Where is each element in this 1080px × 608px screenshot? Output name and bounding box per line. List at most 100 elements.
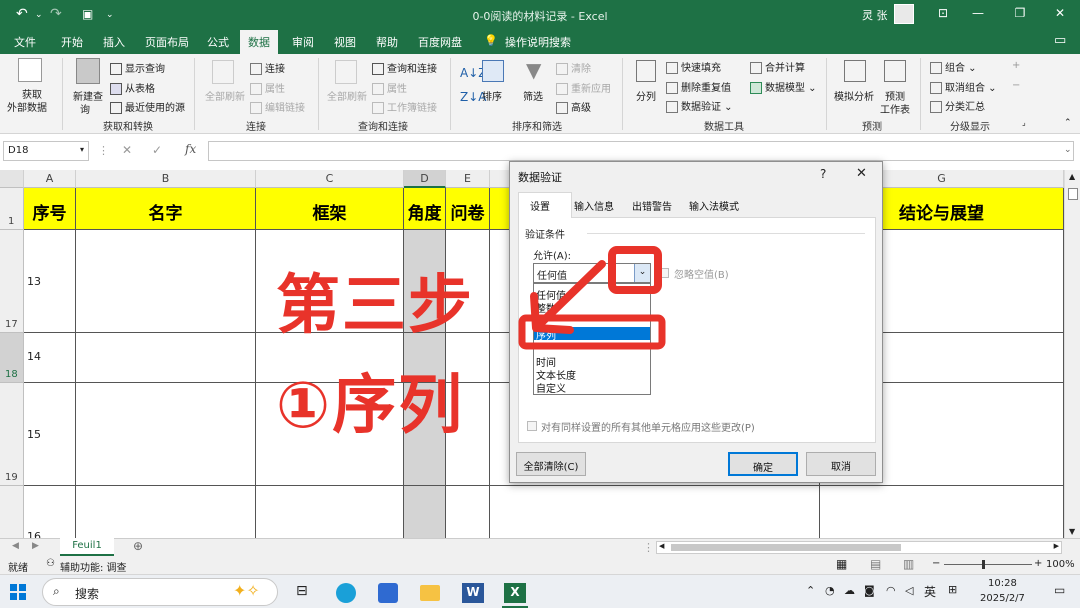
tab-view[interactable]: 视图 (334, 34, 356, 50)
store-icon[interactable] (378, 583, 398, 603)
tab-error-alert[interactable]: 出错警告 (632, 198, 672, 213)
refresh-all-button[interactable]: 全部刷新 (205, 88, 245, 103)
scroll-thumb[interactable] (1068, 188, 1078, 200)
remove-duplicates-button[interactable]: 删除重复值 (666, 79, 731, 94)
recent-sources-button[interactable]: 最近使用的源 (110, 99, 185, 114)
properties-2-button[interactable]: 属性 (372, 80, 407, 95)
cell-g20[interactable] (820, 486, 1064, 538)
taskbar-search-box[interactable]: ⌕ 搜索 ✦✧ (42, 578, 278, 606)
horizontal-scrollbar[interactable]: ◀ ▶ (656, 541, 1062, 554)
word-icon[interactable]: W (462, 583, 484, 603)
restore-icon[interactable]: ❐ (1010, 6, 1030, 20)
page-break-view-icon[interactable]: ▥ (903, 557, 914, 571)
clock-date[interactable]: 2025/2/7 (980, 593, 1025, 604)
splitter-icon[interactable]: ⋮ (643, 541, 654, 554)
page-layout-view-icon[interactable]: ▤ (870, 557, 881, 571)
forecast-sheet-line2[interactable]: 工作表 (880, 101, 910, 116)
zoom-level[interactable]: 100% (1046, 559, 1075, 570)
show-detail-icon[interactable]: + (1012, 60, 1020, 71)
zoom-slider-thumb[interactable] (982, 560, 985, 569)
tab-input-message[interactable]: 输入信息 (574, 198, 614, 213)
name-box[interactable]: D18 ▾ (3, 141, 89, 161)
name-box-dropdown-icon[interactable]: ▾ (80, 145, 84, 154)
show-query-button[interactable]: 显示查询 (110, 60, 165, 75)
cancel-button[interactable]: 取消 (806, 452, 876, 476)
data-model-button[interactable]: 数据模型 ⌄ (750, 79, 817, 94)
cell-b17[interactable] (76, 230, 256, 333)
normal-view-icon[interactable]: ▦ (836, 557, 847, 571)
vertical-scrollbar[interactable]: ▲ ▼ (1064, 170, 1080, 538)
avatar[interactable] (894, 4, 914, 24)
get-data-button-line2[interactable]: 外部数据 (7, 99, 47, 114)
split-button[interactable]: 分列 (636, 88, 656, 103)
connections-button[interactable]: 连接 (250, 60, 285, 75)
enter-icon[interactable]: ✓ (152, 143, 162, 157)
flash-fill-button[interactable]: 快速填充 (666, 59, 721, 74)
minimize-icon[interactable]: — (968, 6, 988, 20)
row-header-17[interactable]: 17 (0, 230, 24, 333)
cell-e20[interactable] (446, 486, 490, 538)
sheet-prev-icon[interactable]: ◀ (12, 541, 19, 551)
ime-mode-icon[interactable]: ⊞ (948, 583, 957, 596)
file-explorer-icon[interactable] (420, 585, 440, 601)
tab-baidu[interactable]: 百度网盘 (418, 34, 462, 50)
tab-help[interactable]: 帮助 (376, 34, 398, 50)
notifications-icon[interactable]: ▭ (1054, 583, 1065, 597)
zoom-out-icon[interactable]: − (932, 558, 940, 569)
zoom-in-icon[interactable]: + (1034, 558, 1042, 569)
zoom-slider[interactable] (944, 564, 1032, 565)
accessibility-status[interactable]: 辅助功能: 调查 (60, 559, 127, 574)
header-cell-name[interactable]: 名字 (76, 188, 256, 230)
properties-button[interactable]: 属性 (250, 80, 285, 95)
help-icon[interactable]: ? (820, 167, 826, 181)
function-icon[interactable]: fx (185, 142, 196, 156)
cell-d20[interactable] (404, 486, 446, 538)
sheet-tab[interactable]: Feuil1 (60, 538, 114, 556)
collapse-ribbon-icon[interactable]: ⌃ (1064, 118, 1072, 128)
header-cell-framework[interactable]: 框架 (256, 188, 404, 230)
option-custom[interactable]: 自定义 (536, 380, 566, 395)
ungroup-button[interactable]: 取消组合 ⌄ (930, 79, 997, 94)
header-cell-index[interactable]: 序号 (24, 188, 76, 230)
excel-icon[interactable]: X (504, 583, 526, 603)
scroll-down-icon[interactable]: ▼ (1069, 527, 1075, 536)
onedrive-icon[interactable]: ☁ (844, 584, 855, 597)
cell-a19[interactable]: 15 (24, 383, 76, 486)
refresh-all-2-button[interactable]: 全部刷新 (327, 88, 367, 103)
edge-icon[interactable] (336, 583, 356, 603)
edit-links-button[interactable]: 编辑链接 (250, 99, 305, 114)
ribbon-display-icon[interactable]: ⊡ (933, 6, 953, 20)
reapply-button[interactable]: 重新应用 (556, 80, 611, 95)
header-cell-survey[interactable]: 问卷 (446, 188, 490, 230)
cell-f20[interactable] (490, 486, 820, 538)
cancel-icon[interactable]: ✕ (122, 143, 132, 157)
close-window-icon[interactable]: ✕ (1050, 6, 1070, 20)
data-validation-button[interactable]: 数据验证 ⌄ (666, 98, 733, 113)
cell-b18[interactable] (76, 333, 256, 383)
column-header-e[interactable]: E (446, 170, 490, 188)
tab-formulas[interactable]: 公式 (207, 34, 229, 50)
scroll-up-icon[interactable]: ▲ (1069, 172, 1075, 181)
scroll-right-icon[interactable]: ▶ (1054, 542, 1059, 550)
close-icon[interactable]: ✕ (856, 166, 867, 181)
clear-button[interactable]: 清除 (556, 60, 591, 75)
row-header-1[interactable]: 1 (0, 188, 24, 230)
tab-settings[interactable]: 设置 (530, 198, 550, 213)
clock-time[interactable]: 10:28 (988, 578, 1017, 589)
tray-overflow-icon[interactable]: ⌃ (806, 584, 815, 597)
consolidate-button[interactable]: 合并计算 (750, 59, 805, 74)
cell-a20[interactable]: 16 (24, 486, 76, 538)
column-header-a[interactable]: A (24, 170, 76, 188)
new-query-line2[interactable]: 询 (80, 101, 90, 116)
cell-a18[interactable]: 14 (24, 333, 76, 383)
workbook-links-button[interactable]: 工作簿链接 (372, 99, 437, 114)
tray-app-2-icon[interactable]: ◙ (864, 584, 875, 597)
tab-ime-mode[interactable]: 输入法模式 (689, 198, 739, 213)
clear-all-button[interactable]: 全部清除(C) (516, 452, 586, 476)
tray-app-icon[interactable]: ◔ (825, 584, 835, 597)
select-all[interactable] (0, 170, 24, 188)
scroll-left-icon[interactable]: ◀ (659, 542, 664, 550)
outline-launcher-icon[interactable]: ⌟ (1022, 118, 1026, 127)
task-view-icon[interactable]: ⊟ (296, 583, 308, 599)
sort-button[interactable]: 排序 (482, 88, 502, 103)
